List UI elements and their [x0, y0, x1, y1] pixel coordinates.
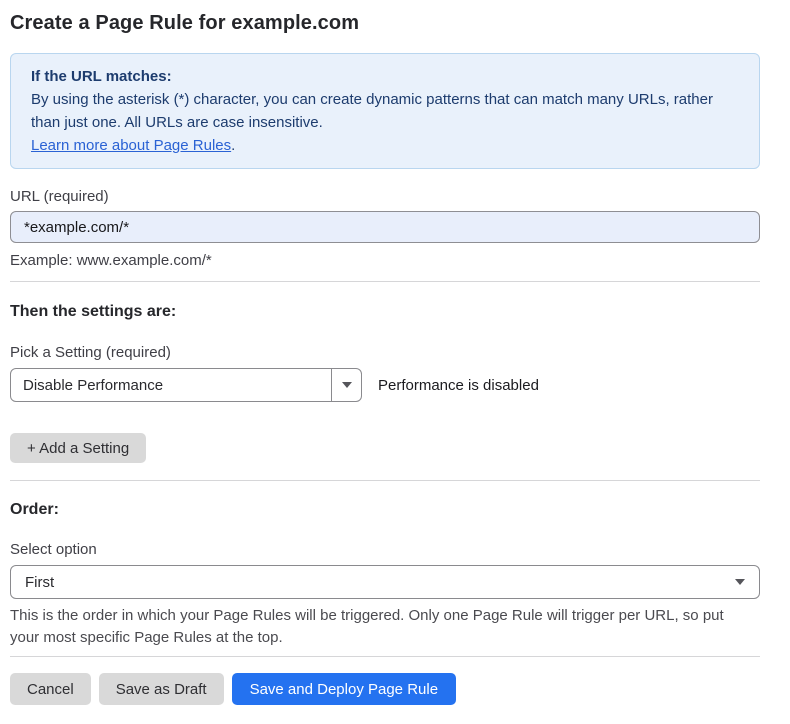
setting-status-text: Performance is disabled [378, 377, 539, 394]
order-select[interactable]: First [10, 565, 760, 599]
url-matches-info-callout: If the URL matches: By using the asteris… [10, 53, 760, 169]
setting-select-arrow-button[interactable] [331, 369, 361, 401]
order-select-label: Select option [10, 541, 760, 559]
chevron-down-icon [735, 579, 745, 585]
order-helper-text: This is the order in which your Page Rul… [10, 605, 755, 649]
section-divider [10, 480, 760, 481]
save-as-draft-button[interactable]: Save as Draft [99, 673, 224, 705]
url-example-helper: Example: www.example.com/* [10, 252, 760, 270]
setting-select-value: Disable Performance [11, 369, 331, 401]
order-section-heading: Order: [10, 500, 760, 520]
info-callout-body: By using the asterisk (*) character, you… [31, 88, 739, 134]
add-setting-button[interactable]: + Add a Setting [10, 433, 146, 463]
save-and-deploy-button[interactable]: Save and Deploy Page Rule [232, 673, 456, 705]
url-field-label: URL (required) [10, 188, 760, 206]
learn-more-page-rules-link[interactable]: Learn more about Page Rules [31, 137, 231, 154]
info-callout-heading: If the URL matches: [31, 65, 739, 88]
info-callout-link-line: Learn more about Page Rules. [31, 134, 739, 157]
cancel-button[interactable]: Cancel [10, 673, 91, 705]
link-suffix-period: . [231, 137, 235, 154]
pick-setting-label: Pick a Setting (required) [10, 344, 760, 362]
section-divider [10, 281, 760, 282]
create-page-rule-form: Create a Page Rule for example.com If th… [0, 10, 790, 705]
page-title: Create a Page Rule for example.com [10, 10, 760, 36]
settings-section-heading: Then the settings are: [10, 302, 760, 322]
setting-row: Disable Performance Performance is disab… [10, 368, 760, 402]
order-select-value: First [25, 574, 54, 591]
footer-divider [10, 656, 760, 657]
url-input[interactable] [10, 211, 760, 243]
setting-select[interactable]: Disable Performance [10, 368, 362, 402]
footer-actions: Cancel Save as Draft Save and Deploy Pag… [10, 673, 760, 705]
chevron-down-icon [342, 382, 352, 388]
